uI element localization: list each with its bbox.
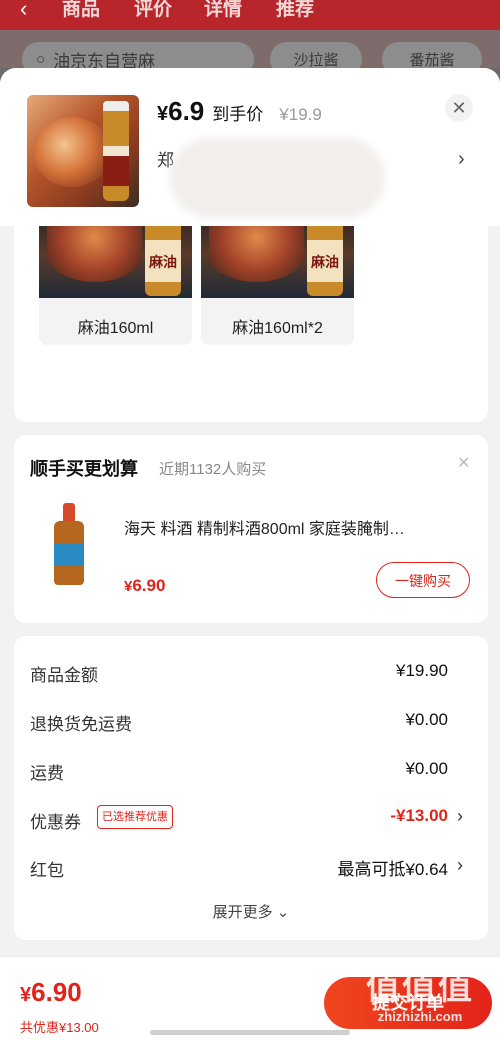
variant-selector: 麻油 麻油160ml 麻油 麻油160ml*2 数量 − 1 + xyxy=(14,226,488,462)
chevron-right-icon[interactable]: › xyxy=(457,806,463,827)
variant-image: 麻油 xyxy=(39,226,192,298)
background-header: ‹ 商品 评价 详情 推荐 xyxy=(0,0,500,30)
order-sheet: ¥ 6.9 到手价 ¥19.9 ✕ 郑 › 麻油 麻油160ml 麻油 麻油16… xyxy=(0,68,500,1039)
summary-label-shipping: 运费 xyxy=(30,764,64,783)
chevron-right-icon[interactable]: › xyxy=(458,148,465,171)
product-price: ¥ 6.9 到手价 ¥19.9 xyxy=(157,96,322,126)
total-discount: 共优惠¥13.00 xyxy=(20,1020,99,1035)
summary-value-shipping: ¥0.00 xyxy=(405,759,448,778)
coupon-badge: 已选推荐优惠 xyxy=(97,805,173,829)
order-summary: 商品金额 ¥19.90 退换货免运费 ¥0.00 运费 ¥0.00 优惠券 已选… xyxy=(14,636,488,940)
variant-label: 麻油160ml*2 xyxy=(232,320,323,337)
variant-label: 麻油160ml xyxy=(77,320,154,337)
upsell-subtitle: 近期1132人购买 xyxy=(159,461,267,478)
variant-image: 麻油 xyxy=(201,226,354,298)
tab-reviews[interactable]: 评价 xyxy=(134,0,172,21)
tab-product[interactable]: 商品 xyxy=(62,0,100,21)
upsell-product-name[interactable]: 海天 料酒 精制料酒800ml 家庭装腌制… xyxy=(124,515,464,539)
redacted-region xyxy=(170,138,385,218)
summary-label-goods: 商品金额 xyxy=(30,666,98,685)
original-price: ¥19.9 xyxy=(279,105,322,124)
one-click-buy-button[interactable]: 一键购买 xyxy=(376,562,470,598)
variant-option-single[interactable]: 麻油 麻油160ml xyxy=(39,226,192,345)
summary-value-coupon[interactable]: -¥13.00 xyxy=(390,806,448,826)
upsell-card: 顺手买更划算 近期1132人购买 ✕ 海天 料酒 精制料酒800ml 家庭装腌制… xyxy=(14,435,488,623)
expand-more-label: 展开更多 xyxy=(212,904,273,921)
tab-recommend[interactable]: 推荐 xyxy=(276,0,314,21)
product-image xyxy=(27,95,139,207)
close-icon[interactable]: ✕ xyxy=(445,94,473,122)
summary-label-redpacket: 红包 xyxy=(30,861,64,880)
back-arrow-icon[interactable]: ‹ xyxy=(20,0,27,22)
chevron-right-icon[interactable]: › xyxy=(457,855,463,876)
search-icon: ○ xyxy=(36,50,46,68)
upsell-product-image xyxy=(52,503,86,585)
upsell-price: ¥6.90 xyxy=(124,576,166,595)
tab-details[interactable]: 详情 xyxy=(204,0,242,21)
summary-value-goods: ¥19.90 xyxy=(396,661,448,680)
product-header: ¥ 6.9 到手价 ¥19.9 ✕ 郑 › xyxy=(0,68,500,226)
close-icon[interactable]: ✕ xyxy=(457,453,470,473)
upsell-title: 顺手买更划算 xyxy=(30,459,138,479)
total-price: ¥6.90 xyxy=(20,977,82,1007)
home-indicator xyxy=(150,1030,350,1035)
expand-more-button[interactable]: 展开更多 ⌄ xyxy=(14,901,488,922)
summary-value-return-shipping: ¥0.00 xyxy=(405,710,448,729)
price-label: 到手价 xyxy=(212,105,264,124)
chevron-down-icon: ⌄ xyxy=(276,904,290,921)
variant-option-double[interactable]: 麻油 麻油160ml*2 xyxy=(201,226,354,345)
summary-label-coupon: 优惠券 xyxy=(30,813,81,832)
summary-value-redpacket[interactable]: 最高可抵¥0.64 xyxy=(337,855,448,880)
summary-label-return-shipping: 退换货免运费 xyxy=(30,715,132,734)
watermark-logo: 值值值 zhizhizhi.com xyxy=(366,969,474,1024)
price-value: 6.9 xyxy=(168,96,205,126)
